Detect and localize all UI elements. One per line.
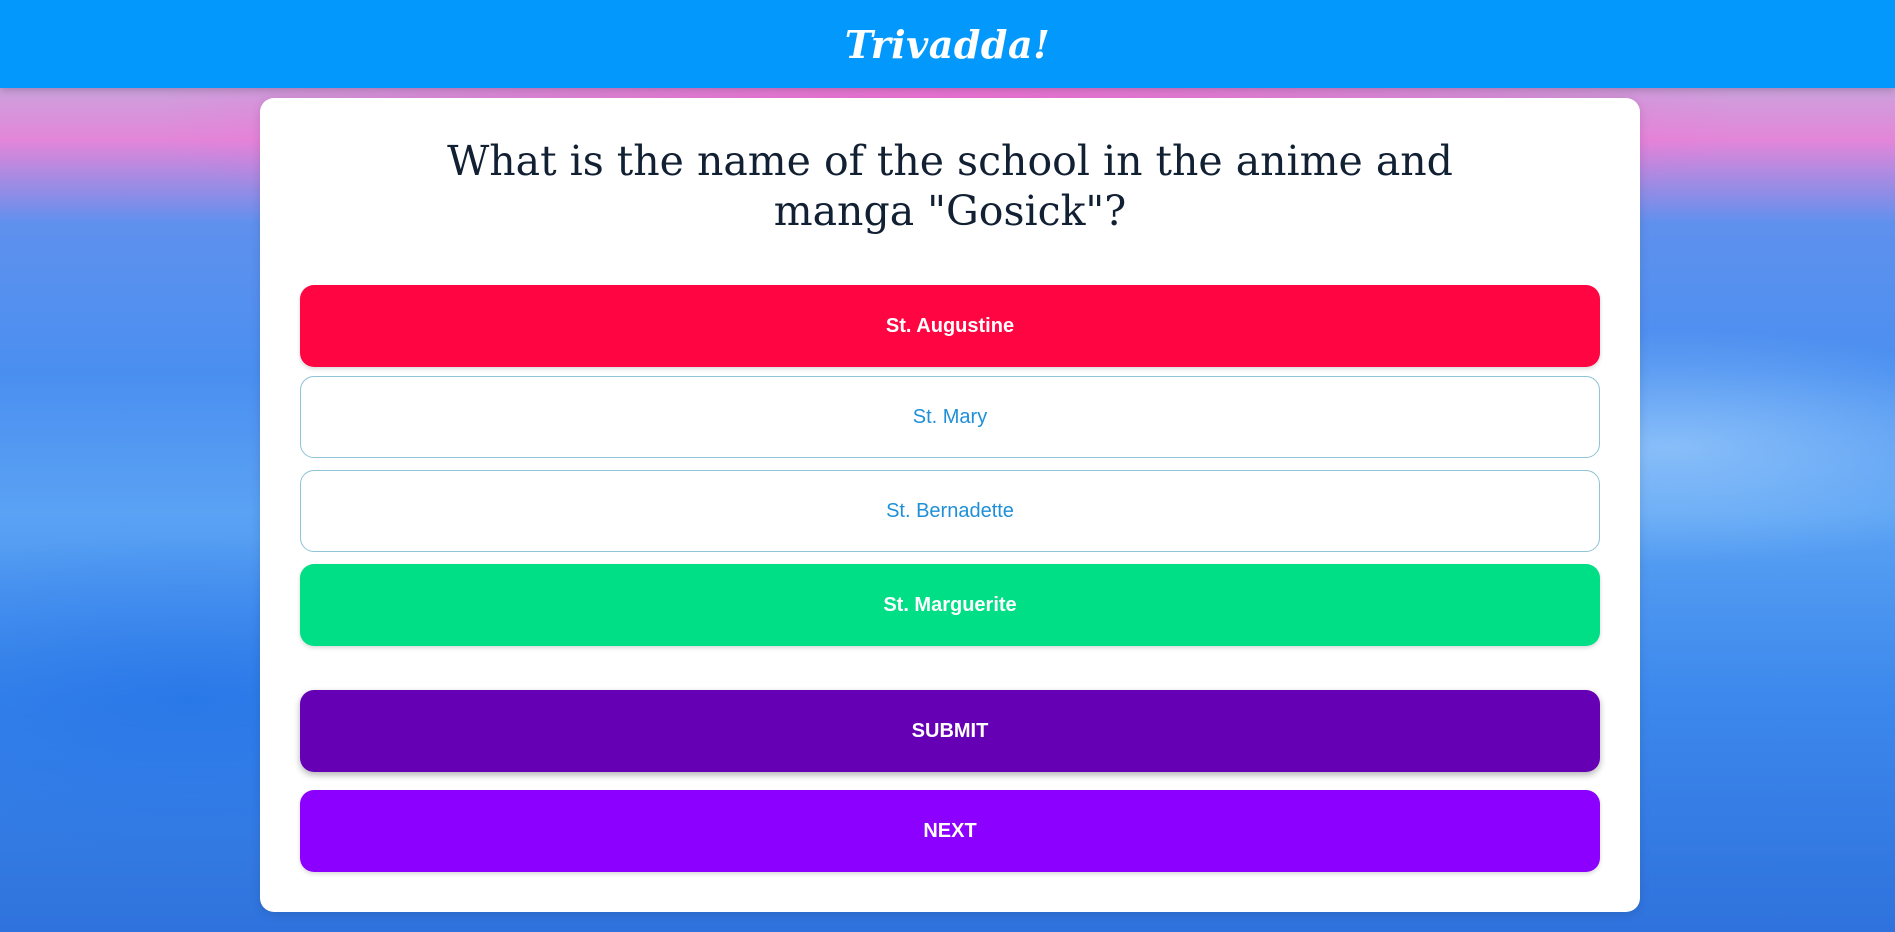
quiz-card: What is the name of the school in the an…	[260, 98, 1640, 912]
answer-label: St. Marguerite	[883, 593, 1017, 616]
brand-logo[interactable]: Trivadda!	[845, 22, 1051, 67]
answer-label: St. Bernadette	[886, 499, 1014, 522]
answer-option-4[interactable]: St. Marguerite	[300, 564, 1600, 646]
answer-option-3[interactable]: St. Bernadette	[300, 470, 1600, 552]
submit-button[interactable]: SUBMIT	[300, 690, 1600, 772]
answer-option-1[interactable]: St. Augustine	[300, 285, 1600, 367]
answer-label: St. Augustine	[885, 314, 1015, 337]
next-button[interactable]: NEXT	[300, 790, 1600, 872]
question-text: What is the name of the school in the an…	[447, 137, 1453, 235]
submit-label: SUBMIT	[911, 719, 989, 742]
next-label: NEXT	[923, 819, 977, 842]
answer-option-2[interactable]: St. Mary	[300, 376, 1600, 458]
top-navbar: Trivadda!	[0, 0, 1895, 88]
answer-label: St. Mary	[912, 405, 988, 428]
